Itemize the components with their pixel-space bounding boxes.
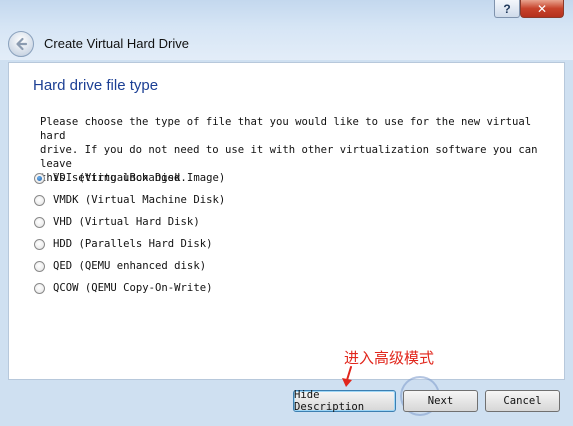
radio-button[interactable]	[34, 282, 45, 294]
option-hdd[interactable]: HDD (Parallels Hard Disk)	[34, 233, 225, 255]
red-arrow-icon	[342, 366, 352, 387]
help-icon: ?	[503, 1, 511, 16]
back-arrow-icon	[16, 37, 28, 51]
option-label: HDD (Parallels Hard Disk)	[53, 238, 213, 250]
close-icon: ✕	[536, 1, 548, 16]
option-vmdk[interactable]: VMDK (Virtual Machine Disk)	[34, 189, 225, 211]
radio-button[interactable]	[34, 216, 45, 228]
hide-description-button[interactable]: Hide Description	[293, 389, 396, 413]
cancel-button[interactable]: Cancel	[485, 390, 560, 412]
option-label: VMDK (Virtual Machine Disk)	[53, 194, 226, 206]
page-heading: Hard drive file type	[33, 77, 159, 94]
radio-button[interactable]	[34, 260, 45, 272]
help-button[interactable]: ?	[494, 0, 520, 18]
window-title: Create Virtual Hard Drive	[44, 36, 189, 51]
back-button[interactable]	[8, 31, 34, 57]
wizard-page: Hard drive file type Please choose the t…	[8, 62, 565, 380]
option-vdi[interactable]: VDI (VirtualBox Disk Image)	[34, 167, 225, 189]
radio-button[interactable]	[34, 172, 45, 184]
option-qed[interactable]: QED (QEMU enhanced disk)	[34, 255, 225, 277]
radio-button[interactable]	[34, 194, 45, 206]
option-vhd[interactable]: VHD (Virtual Hard Disk)	[34, 211, 225, 233]
option-label: QED (QEMU enhanced disk)	[53, 260, 207, 272]
next-button[interactable]: Next	[403, 390, 478, 412]
option-label: QCOW (QEMU Copy-On-Write)	[53, 282, 213, 294]
option-label: VHD (Virtual Hard Disk)	[53, 216, 200, 228]
title-bar	[0, 0, 573, 60]
option-label: VDI (VirtualBox Disk Image)	[53, 172, 226, 184]
file-type-options: VDI (VirtualBox Disk Image) VMDK (Virtua…	[34, 167, 225, 299]
radio-button[interactable]	[34, 238, 45, 250]
option-qcow[interactable]: QCOW (QEMU Copy-On-Write)	[34, 277, 225, 299]
close-button[interactable]: ✕	[520, 0, 564, 18]
annotation-text: 进入高级模式	[344, 349, 435, 367]
description-line: Please choose the type of file that you …	[40, 116, 532, 142]
